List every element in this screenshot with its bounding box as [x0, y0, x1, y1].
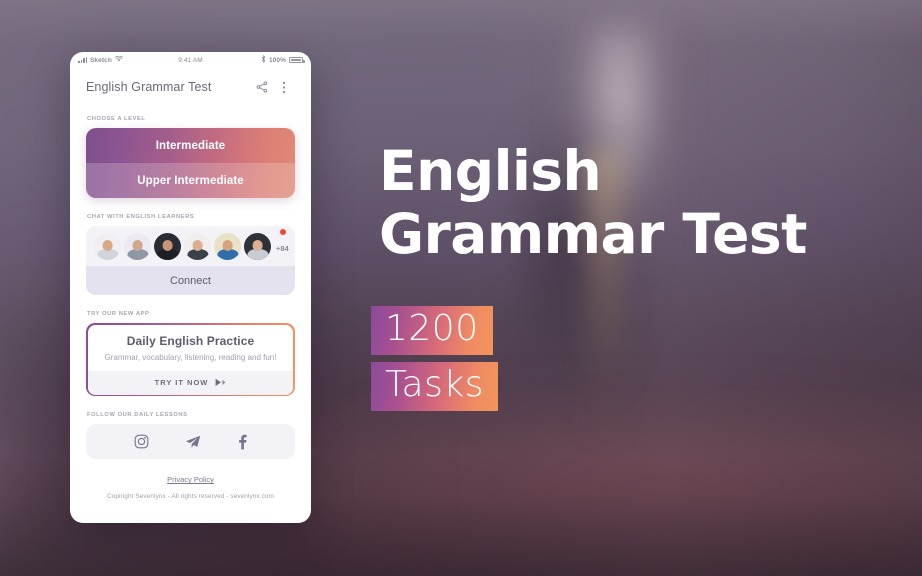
hero-line-2: Grammar Test [379, 202, 807, 266]
wifi-icon [114, 55, 123, 64]
more-users[interactable]: +84 [276, 228, 289, 256]
level-option-intermediate[interactable]: Intermediate [86, 128, 295, 163]
avatar[interactable] [184, 233, 211, 260]
more-users-count: +84 [276, 243, 289, 253]
level-option-upper-intermediate[interactable]: Upper Intermediate [86, 163, 295, 198]
tagline-tasks-label: Tasks [385, 364, 484, 405]
hero-tagline: 1200 Tasks [371, 306, 498, 418]
status-time: 9:41 AM [178, 56, 203, 64]
promo-title: Daily English Practice [126, 333, 255, 348]
avatar[interactable] [214, 233, 241, 260]
tagline-chip-count: 1200 [371, 306, 493, 355]
avatar[interactable] [94, 233, 121, 260]
more-vertical-icon[interactable] [273, 81, 295, 94]
notification-dot [279, 228, 286, 235]
background-top-band [0, 0, 922, 46]
choose-level-label: CHOOSE A LEVEL [87, 116, 146, 122]
avatar[interactable] [244, 233, 271, 260]
carrier-label: Sketch [90, 56, 112, 64]
battery-full-icon [289, 57, 305, 63]
level-card: Intermediate Upper Intermediate [86, 128, 295, 198]
hero-line-1: English [379, 139, 602, 203]
status-bar: Sketch 9:41 AM 100% [70, 52, 311, 68]
social-card [86, 424, 295, 460]
avatar[interactable] [154, 233, 181, 260]
app-header: English Grammar Test [70, 68, 311, 100]
follow-section-label: FOLLOW OUR DAILY LESSONS [87, 412, 188, 419]
avatar[interactable] [124, 233, 151, 260]
promo-subtitle: Grammar, vocabulary, listening, reading … [104, 352, 277, 362]
avatar-list: +84 [94, 228, 289, 260]
phone-footer: Privacy Policy Copiright Sevenlynx - All… [86, 459, 295, 500]
play-icon [215, 374, 226, 392]
chat-card: +84 Connect [86, 226, 295, 295]
copyright-text: Copiright Sevenlynx - All rights reserve… [107, 493, 274, 501]
chat-section-label: CHAT WITH ENGLISH LEARNERS [87, 214, 195, 220]
privacy-policy-link[interactable]: Privacy Policy [86, 475, 295, 484]
phone-mockup: Sketch 9:41 AM 100% English Grammar Test [70, 52, 311, 523]
battery-percent-label: 100% [268, 56, 286, 64]
facebook-icon[interactable] [237, 434, 247, 450]
telegram-icon[interactable] [185, 435, 201, 449]
connect-button[interactable]: Connect [86, 266, 295, 295]
tagline-chip-tasks: Tasks [371, 362, 498, 411]
instagram-icon[interactable] [134, 434, 149, 449]
signal-bars-icon [78, 57, 87, 63]
try-it-now-button[interactable]: TRY IT NOW [87, 370, 294, 395]
promo-card[interactable]: Daily English Practice Grammar, vocabula… [86, 323, 295, 397]
tagline-count-label: 1200 [385, 308, 479, 349]
hero-heading: English Grammar Test [379, 140, 899, 266]
bluetooth-icon [261, 54, 266, 65]
share-icon[interactable] [251, 81, 273, 93]
page-title: English Grammar Test [86, 80, 212, 94]
promo-section-label: TRY OUR NEW APP [87, 311, 150, 317]
try-it-now-label: TRY IT NOW [154, 378, 209, 388]
